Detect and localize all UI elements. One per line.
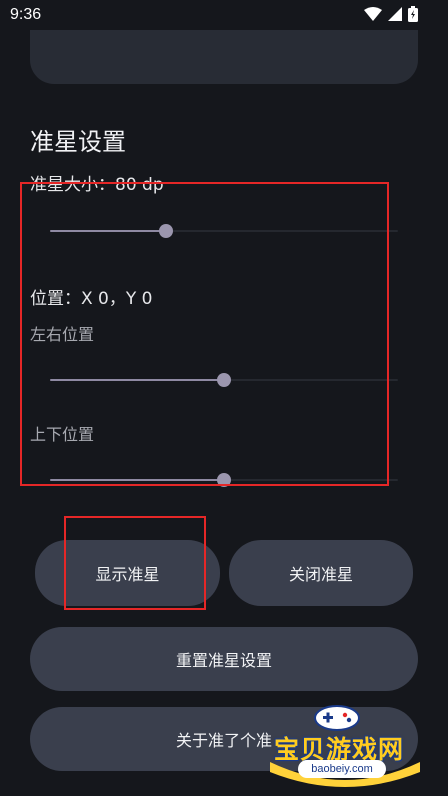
- horizontal-position-slider[interactable]: [50, 370, 398, 390]
- position-label: 位置：X 0，Y 0: [30, 289, 153, 309]
- slider-active-track: [50, 379, 224, 381]
- vertical-position-label: 上下位置: [30, 425, 95, 444]
- slider-thumb[interactable]: [217, 373, 231, 387]
- slider-active-track: [50, 479, 224, 481]
- gamepad-icon: [314, 705, 360, 731]
- reset-crosshair-button[interactable]: 重置准星设置: [30, 627, 418, 691]
- battery-icon: [408, 6, 418, 22]
- crosshair-size-label: 准星大小：80 dp: [30, 175, 164, 195]
- slider-active-track: [50, 230, 166, 232]
- crosshair-size-slider[interactable]: [50, 221, 398, 241]
- slider-thumb[interactable]: [217, 473, 231, 487]
- signal-icon: [388, 7, 402, 21]
- status-bar: 9:36: [0, 0, 448, 32]
- status-icons: [364, 6, 418, 22]
- horizontal-position-label: 左右位置: [30, 325, 95, 344]
- previous-settings-card: [30, 30, 418, 84]
- section-title: 准星设置: [30, 128, 126, 156]
- show-crosshair-button[interactable]: 显示准星: [35, 540, 220, 606]
- vertical-position-slider[interactable]: [50, 470, 398, 490]
- watermark: 宝贝游戏网 baobeiy.com: [270, 700, 430, 790]
- wifi-icon: [364, 7, 382, 21]
- slider-thumb[interactable]: [159, 224, 173, 238]
- close-crosshair-button[interactable]: 关闭准星: [229, 540, 413, 606]
- status-time: 9:36: [10, 6, 42, 23]
- watermark-url: baobeiy.com: [298, 760, 386, 778]
